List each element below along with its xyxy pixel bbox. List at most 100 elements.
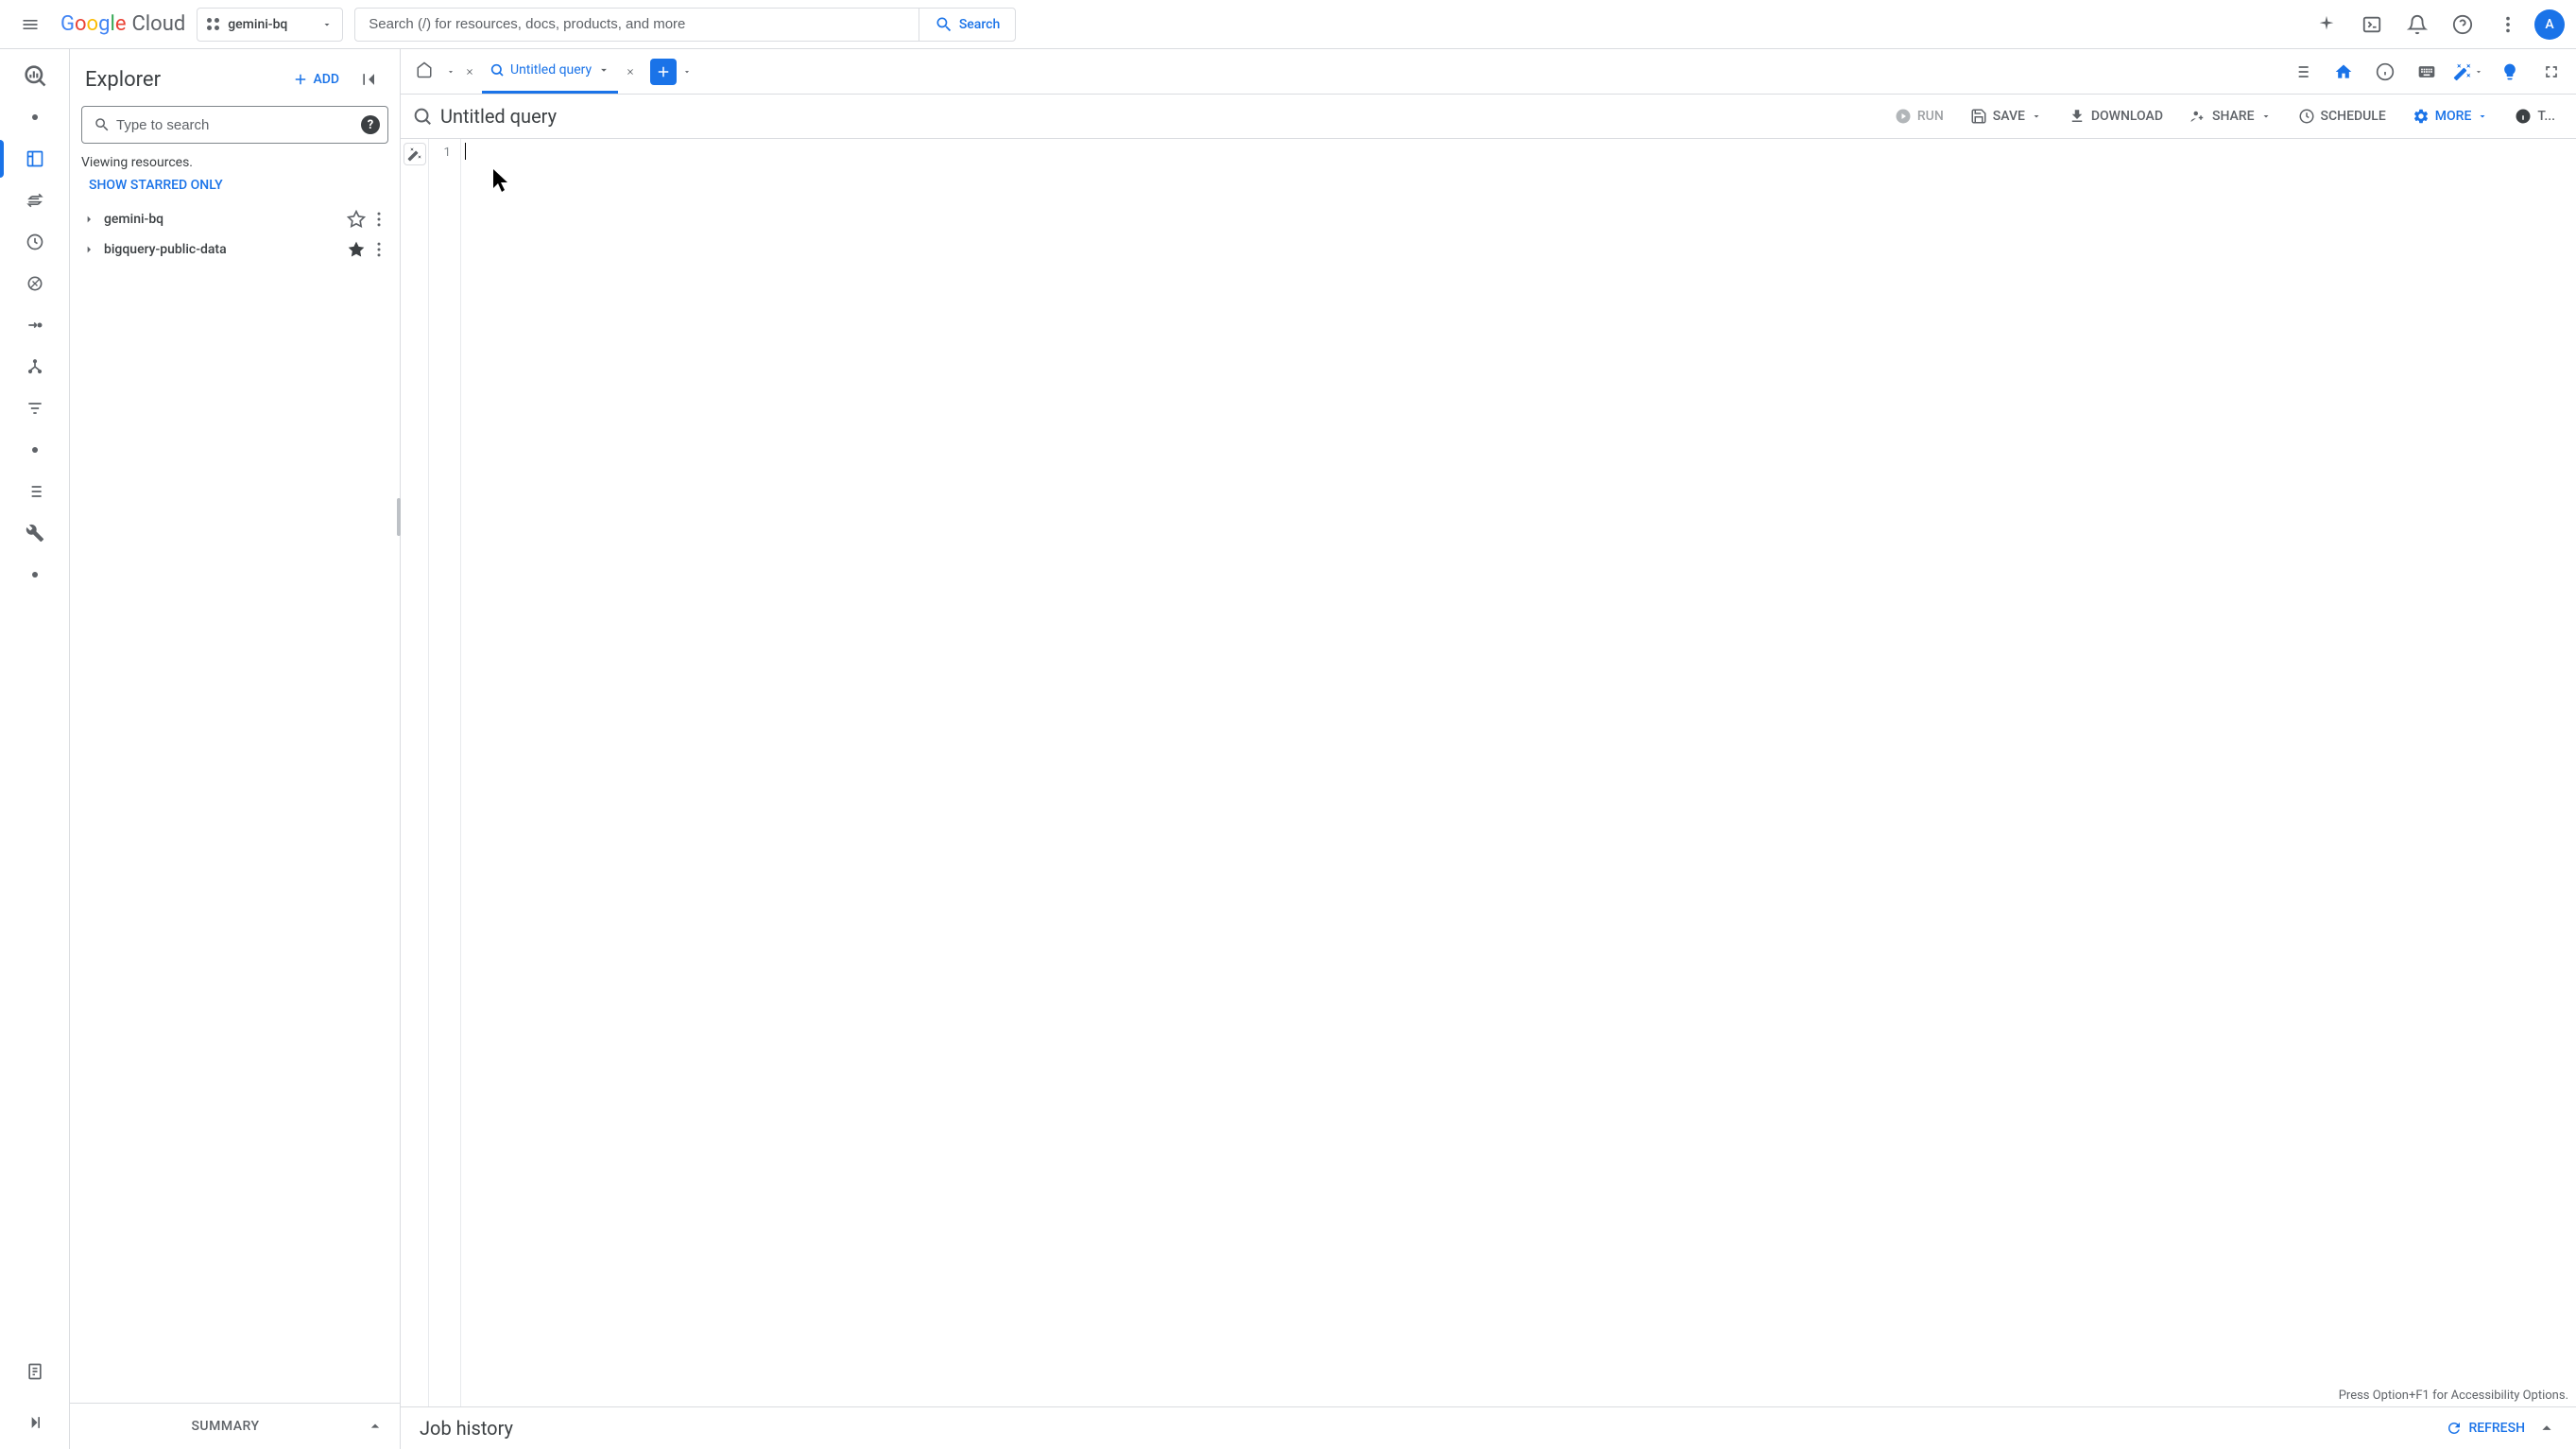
chevron-down-icon [2260, 111, 2272, 122]
logo-cloud-text: Cloud [131, 12, 185, 36]
download-icon [2069, 108, 2086, 125]
home-icon-button[interactable] [2327, 55, 2361, 89]
chevron-up-icon[interactable] [2536, 1418, 2557, 1439]
tree-item-public-data[interactable]: bigquery-public-data [74, 234, 396, 265]
explorer-search-input[interactable] [116, 117, 361, 133]
query-title: Untitled query [440, 105, 557, 128]
tree-item-project[interactable]: gemini-bq [74, 204, 396, 234]
more-vert-icon[interactable] [2489, 6, 2527, 43]
nav-dot-1[interactable] [9, 98, 61, 136]
more-vert-icon[interactable] [369, 210, 388, 229]
nav-expand[interactable] [9, 1404, 61, 1441]
editor-area: 1 Press Option+F1 for Accessibility Opti… [401, 139, 2576, 1406]
play-icon [1895, 108, 1912, 125]
summary-bar[interactable]: SUMMARY [70, 1403, 400, 1449]
search-icon [94, 116, 111, 133]
save-icon [1970, 108, 1987, 125]
add-button-label: ADD [313, 72, 339, 87]
chevron-right-icon [81, 212, 96, 227]
save-button[interactable]: SAVE [1961, 102, 2052, 130]
more-vert-icon[interactable] [369, 240, 388, 259]
chevron-down-icon [2031, 111, 2042, 122]
explorer-title: Explorer [85, 68, 277, 92]
tree-item-label: gemini-bq [104, 212, 339, 227]
close-icon[interactable] [461, 63, 478, 80]
chevron-down-icon [321, 19, 333, 30]
home-icon [416, 61, 433, 78]
nav-analytics[interactable] [9, 265, 61, 302]
gemini-icon[interactable] [2308, 6, 2345, 43]
star-outline-icon[interactable] [347, 210, 366, 229]
text-cursor [465, 143, 466, 160]
show-starred-link[interactable]: SHOW STARRED ONLY [70, 174, 400, 204]
run-button[interactable]: RUN [1885, 102, 1953, 130]
gear-icon [2413, 108, 2430, 125]
query-icon [489, 62, 505, 78]
explorer-search-box: ? [81, 106, 388, 144]
nav-dot-2[interactable] [9, 431, 61, 469]
chevron-down-icon[interactable] [680, 65, 694, 78]
notifications-icon[interactable] [2398, 6, 2436, 43]
mouse-pointer [491, 167, 510, 194]
chevron-right-icon [81, 242, 96, 257]
line-number: 1 [429, 143, 451, 160]
nav-admin[interactable] [9, 514, 61, 552]
google-cloud-logo[interactable]: Google Cloud [60, 12, 185, 36]
chevron-down-icon[interactable] [444, 65, 457, 78]
nav-transfers[interactable] [9, 181, 61, 219]
project-selector[interactable]: gemini-bq [197, 8, 343, 42]
nav-bigquery-icon[interactable] [9, 57, 61, 95]
share-button[interactable]: SHARE [2180, 102, 2281, 130]
magic-wand-icon[interactable] [2451, 55, 2485, 89]
nav-migration[interactable] [9, 306, 61, 344]
collapse-panel-button[interactable] [354, 64, 385, 95]
search-button[interactable]: Search [919, 9, 1015, 41]
tab-home[interactable] [408, 49, 440, 94]
list-view-icon[interactable] [2285, 55, 2319, 89]
keyboard-icon-button[interactable] [2410, 55, 2444, 89]
refresh-button[interactable]: REFRESH [2446, 1420, 2525, 1437]
nav-rail [0, 49, 70, 1449]
nav-tree[interactable] [9, 348, 61, 386]
help-icon[interactable] [2444, 6, 2482, 43]
schedule-button[interactable]: SCHEDULE [2289, 102, 2396, 130]
user-avatar[interactable]: A [2534, 9, 2565, 40]
ai-assist-button[interactable] [404, 143, 426, 165]
chevron-down-icon [2477, 111, 2488, 122]
nav-scheduled[interactable] [9, 223, 61, 261]
project-name: gemini-bq [228, 17, 314, 32]
splitter-handle[interactable] [397, 498, 401, 536]
nav-dot-3[interactable] [9, 556, 61, 594]
tab-untitled-query[interactable]: Untitled query [482, 49, 618, 94]
code-editor[interactable] [461, 139, 2576, 1406]
search-button-label: Search [959, 17, 1000, 32]
download-button[interactable]: DOWNLOAD [2059, 102, 2172, 130]
nav-doc[interactable] [9, 1353, 61, 1390]
app-header: Google Cloud gemini-bq Search A [0, 0, 2576, 49]
info-icon-button[interactable] [2368, 55, 2402, 89]
search-input[interactable] [355, 16, 919, 32]
nav-list[interactable] [9, 473, 61, 510]
cloud-shell-icon[interactable] [2353, 6, 2391, 43]
nav-explorer[interactable] [9, 140, 61, 178]
clock-icon [2298, 108, 2315, 125]
line-numbers: 1 [429, 139, 461, 1406]
nav-filter[interactable] [9, 389, 61, 427]
fullscreen-icon[interactable] [2534, 55, 2568, 89]
chevron-down-icon[interactable] [597, 63, 610, 77]
add-button[interactable]: ADD [284, 65, 347, 94]
more-button[interactable]: MORE [2403, 102, 2499, 130]
toggle-button[interactable]: T... [2505, 102, 2565, 130]
menu-button[interactable] [11, 6, 49, 43]
close-icon[interactable] [622, 63, 639, 80]
query-icon [412, 106, 433, 127]
tabs-bar: Untitled query [401, 49, 2576, 95]
star-filled-icon[interactable] [347, 240, 366, 259]
new-tab-button[interactable] [650, 59, 677, 85]
explorer-panel: Explorer ADD ? Viewing resources. SHOW S… [70, 49, 401, 1449]
lightbulb-icon[interactable] [2493, 55, 2527, 89]
search-help-icon[interactable]: ? [361, 115, 380, 134]
job-history-bar: Job history REFRESH [401, 1406, 2576, 1449]
search-icon [935, 15, 953, 34]
plus-icon [655, 63, 672, 80]
